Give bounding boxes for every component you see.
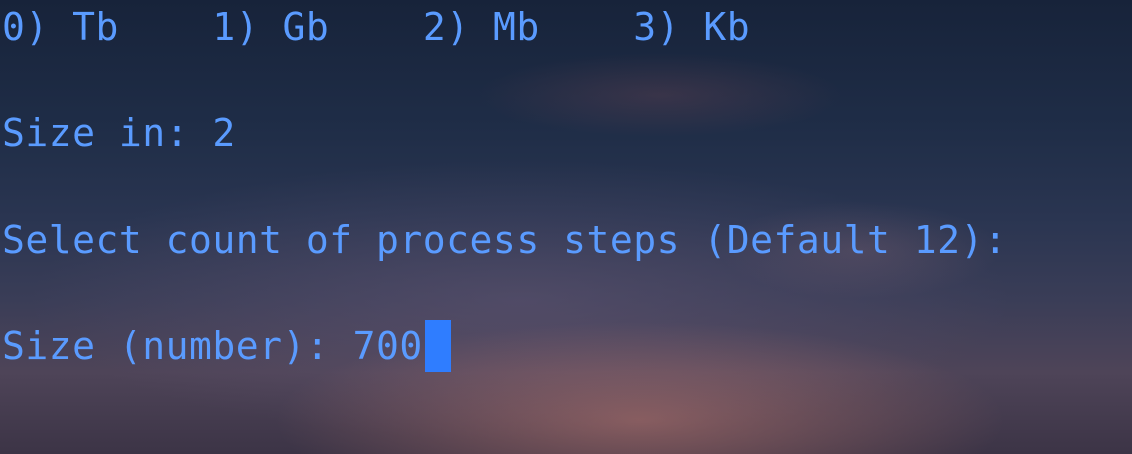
unit-option-mb: 2) Mb <box>422 5 540 49</box>
unit-options-line: 0) Tb 1) Gb 2) Mb 3) Kb <box>2 5 750 49</box>
terminal-window[interactable]: 0) Tb 1) Gb 2) Mb 3) Kb Size in: 2 Selec… <box>0 0 1132 454</box>
size-prompt-label: Size (number): <box>2 324 353 368</box>
size-in-line: Size in: 2 <box>2 111 236 155</box>
unit-option-gb: 1) Gb <box>212 5 330 49</box>
process-steps-prompt: Select count of process steps (Default 1… <box>2 218 1008 262</box>
size-input-value[interactable]: 700 <box>353 324 423 368</box>
unit-option-kb: 3) Kb <box>633 5 751 49</box>
size-input-line[interactable]: Size (number): 700 <box>2 319 451 372</box>
terminal-output: 0) Tb 1) Gb 2) Mb 3) Kb Size in: 2 Selec… <box>0 0 1132 454</box>
text-cursor <box>424 319 451 372</box>
unit-option-tb: 0) Tb <box>2 5 119 49</box>
